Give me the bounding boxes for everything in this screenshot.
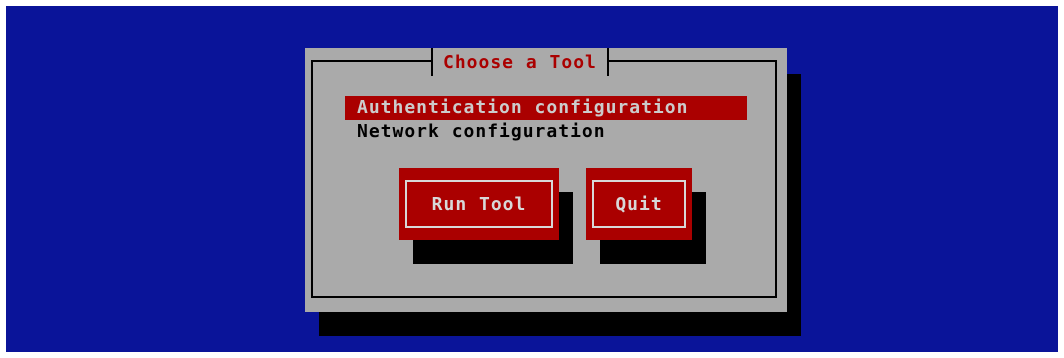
tool-item-authentication-configuration[interactable]: Authentication configuration <box>345 96 747 120</box>
run-tool-button[interactable]: Run Tool <box>399 168 559 240</box>
tool-list[interactable]: Authentication configuration Network con… <box>345 96 747 144</box>
quit-button-label: Quit <box>615 193 663 215</box>
choose-tool-dialog: Choose a Tool Authentication configurati… <box>305 48 787 312</box>
quit-button[interactable]: Quit <box>586 168 692 240</box>
dialog-title-bar: Choose a Tool <box>431 48 609 76</box>
dialog-title: Choose a Tool <box>443 51 597 73</box>
run-tool-button-label: Run Tool <box>431 193 527 215</box>
console-screen: Choose a Tool Authentication configurati… <box>6 6 1058 352</box>
tool-item-network-configuration[interactable]: Network configuration <box>345 120 747 144</box>
